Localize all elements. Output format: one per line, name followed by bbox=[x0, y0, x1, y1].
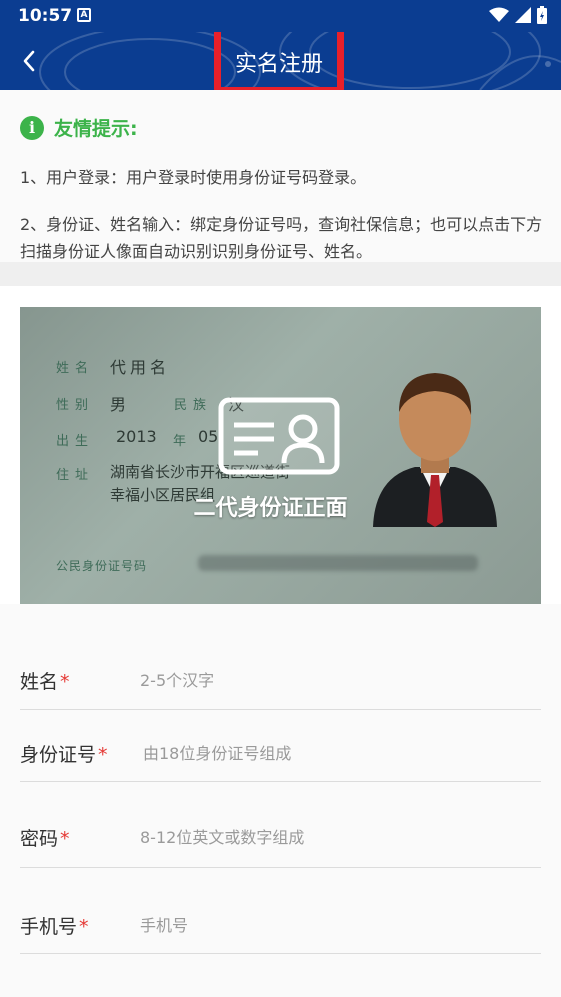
required-mark: * bbox=[79, 916, 89, 938]
card-birth-label: 出生 bbox=[56, 434, 95, 449]
page-title: 实名注册 bbox=[234, 52, 323, 77]
card-gender-value: 男 bbox=[110, 395, 127, 414]
status-time: 10:57 bbox=[18, 6, 73, 26]
password-row: 密码 * bbox=[20, 782, 541, 868]
notification-a-icon: A bbox=[77, 8, 91, 22]
card-ethnic-label: 民族 bbox=[174, 398, 213, 413]
phone-input[interactable] bbox=[140, 912, 520, 938]
section-divider bbox=[0, 262, 561, 286]
required-mark: * bbox=[98, 744, 108, 766]
nav-bar: 实名注册 bbox=[0, 32, 561, 90]
phone-row: 手机号 * bbox=[20, 868, 541, 954]
tips-title: 友情提示: bbox=[54, 118, 138, 140]
back-arrow-icon bbox=[23, 50, 35, 72]
id-number-label: 身份证号 * bbox=[20, 744, 108, 766]
signal-icon bbox=[515, 7, 531, 23]
phone-label: 手机号 * bbox=[20, 916, 89, 938]
tip-line-1: 1、用户登录：用户登录时使用身份证号码登录。 bbox=[20, 168, 367, 187]
status-icons bbox=[489, 6, 547, 24]
required-mark: * bbox=[60, 671, 70, 693]
info-icon: i bbox=[20, 115, 44, 140]
name-row: 姓名 * bbox=[20, 649, 541, 710]
id-number-row: 身份证号 * bbox=[20, 710, 541, 782]
registration-form: 姓名* 身份证号* 密码* 手机号* bbox=[0, 604, 561, 997]
battery-icon bbox=[537, 6, 547, 24]
card-birth-month: 05 bbox=[198, 427, 219, 446]
back-button[interactable] bbox=[12, 44, 46, 78]
card-birth-year-unit: 年 bbox=[173, 434, 193, 449]
status-bar: 10:57 A bbox=[0, 0, 561, 32]
title-highlight-box: 实名注册 bbox=[214, 32, 344, 90]
card-id-number-blurred bbox=[198, 555, 478, 571]
wifi-icon bbox=[489, 7, 509, 22]
tips-header: i 友情提示: bbox=[20, 114, 138, 141]
required-mark: * bbox=[60, 828, 70, 850]
name-input[interactable] bbox=[140, 667, 520, 693]
password-input[interactable] bbox=[140, 824, 520, 850]
tips-section: i 友情提示: 1、用户登录：用户登录时使用身份证号码登录。 2、身份证、姓名输… bbox=[0, 90, 561, 262]
card-birth-year: 2013 bbox=[116, 427, 157, 446]
tip-line-2: 2、身份证、姓名输入：绑定身份证号吗，查询社保信息；也可以点击下方扫描身份证人像… bbox=[20, 215, 543, 261]
id-card-icon bbox=[218, 397, 340, 475]
card-id-number-label: 公民身份证号码 bbox=[56, 559, 148, 573]
card-name-value: 代用名 bbox=[110, 358, 171, 377]
card-name-label: 姓名 bbox=[56, 361, 95, 376]
id-number-input[interactable] bbox=[143, 740, 523, 766]
card-gender-label: 性别 bbox=[56, 398, 95, 413]
password-label: 密码 * bbox=[20, 828, 70, 850]
card-address-label: 住址 bbox=[56, 468, 95, 483]
id-card-front-label: 二代身份证正面 bbox=[193, 496, 348, 521]
id-card-scan-area[interactable]: 姓名 代用名 性别 男 民族 汉 出生 2013 年 05 住址 湖南省长沙市开… bbox=[20, 307, 541, 604]
name-label: 姓名 * bbox=[20, 671, 70, 693]
